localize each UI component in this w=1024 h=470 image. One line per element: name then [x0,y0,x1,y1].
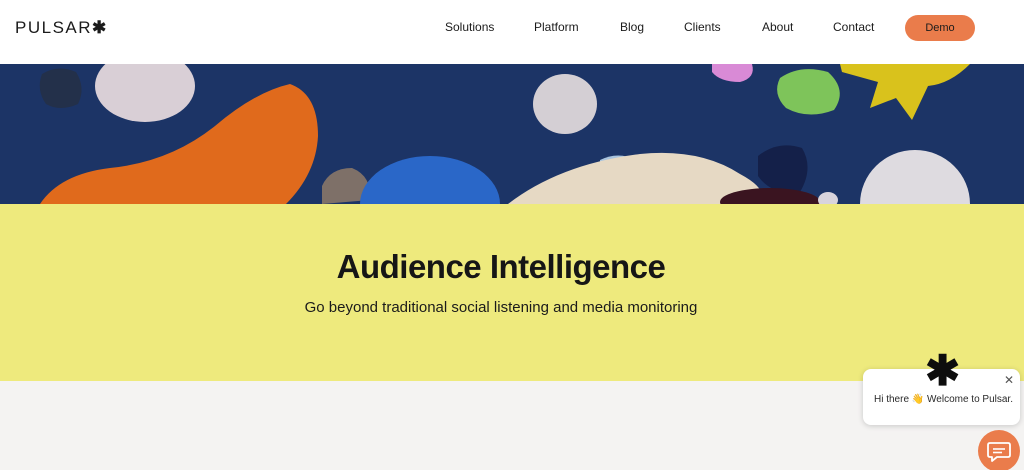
brand-logo-text: PULSAR [15,18,93,37]
brand-logo[interactable]: PULSAR✱ [15,18,108,38]
nav-contact[interactable]: Contact [833,20,874,34]
nav-clients[interactable]: Clients [684,20,721,34]
chat-launcher-button[interactable] [978,430,1020,470]
nav-about[interactable]: About [762,20,793,34]
nav-platform[interactable]: Platform [534,20,579,34]
close-icon[interactable]: ✕ [1004,373,1014,387]
demo-button[interactable]: Demo [905,15,975,41]
hero-blobs-illustration [0,64,1024,204]
hero-banner-image [0,64,1024,204]
page-subtitle: Go beyond traditional social listening a… [304,299,698,316]
nav-blog[interactable]: Blog [620,20,644,34]
page-title: Audience Intelligence [336,248,666,285]
brand-star-icon: ✱ [92,18,108,37]
site-header: PULSAR✱ Solutions Platform Blog Clients … [0,0,1024,64]
chat-brand-star-icon: ✱ [925,347,961,394]
hero-intro-section: Audience Intelligence Go beyond traditio… [0,204,1024,381]
chat-welcome-message: Hi there 👋 Welcome to Pulsar. [874,394,1013,405]
chat-icon [987,442,1011,462]
nav-solutions[interactable]: Solutions [445,20,494,34]
